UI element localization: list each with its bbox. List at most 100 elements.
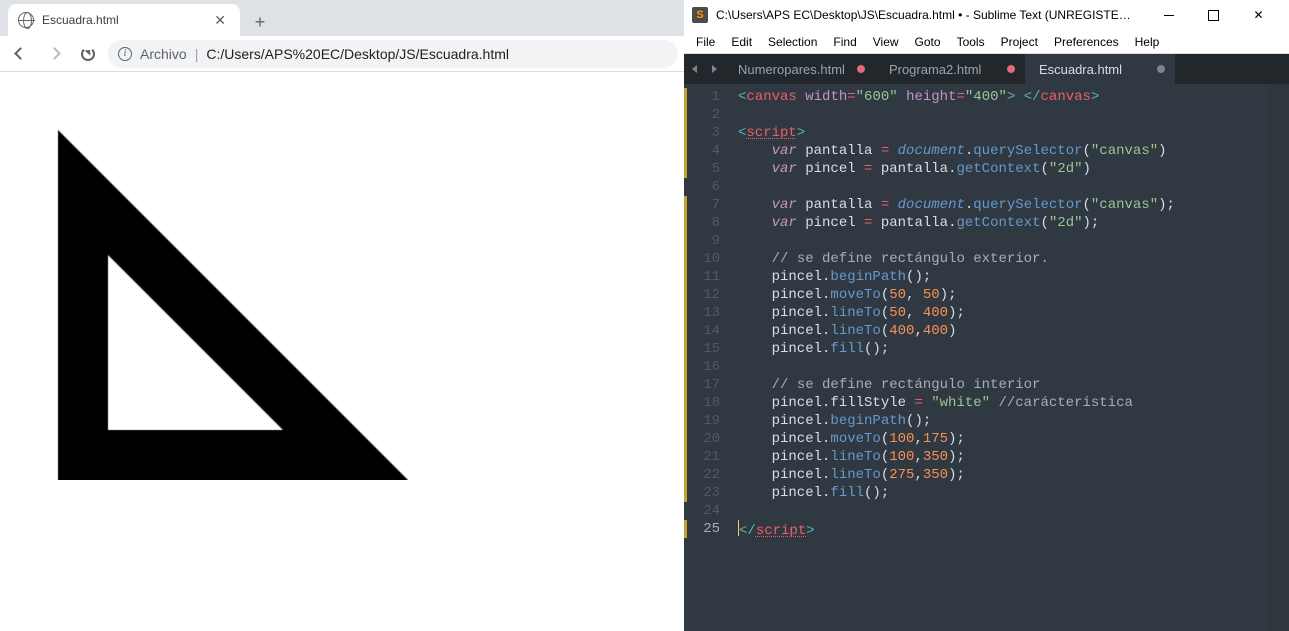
editor-body[interactable]: 1234567891011121314151617181920212223242… (684, 84, 1289, 631)
line-number: 7 (684, 196, 720, 214)
editor-tab-label: Numeropares.html (738, 62, 845, 77)
line-number: 24 (684, 502, 720, 520)
code-line: pincel.moveTo(50, 50); (738, 286, 1289, 304)
code-line: pincel.lineTo(50, 400); (738, 304, 1289, 322)
code-line: pincel.beginPath(); (738, 268, 1289, 286)
modified-dot-icon[interactable] (857, 65, 865, 73)
line-number: 20 (684, 430, 720, 448)
editor-tab[interactable]: Escuadra.html (1025, 54, 1175, 84)
menu-view[interactable]: View (865, 30, 907, 53)
sublime-window: S C:\Users\APS EC\Desktop\JS\Escuadra.ht… (684, 0, 1289, 631)
code-line: pincel.fill(); (738, 484, 1289, 502)
line-number: 13 (684, 304, 720, 322)
line-number: 15 (684, 340, 720, 358)
code-line: pincel.lineTo(275,350); (738, 466, 1289, 484)
code-line (738, 502, 1289, 520)
line-number: 4 (684, 142, 720, 160)
browser-tab-strip: Escuadra.html ✕ + (0, 0, 684, 36)
reload-icon (81, 47, 95, 61)
line-number: 19 (684, 412, 720, 430)
editor-tab-bar: Numeropares.html Programa2.html Escuadra.h… (684, 54, 1289, 84)
modification-marker (684, 196, 687, 502)
forward-button[interactable] (40, 40, 68, 68)
back-button[interactable] (6, 40, 34, 68)
window-controls (1146, 0, 1281, 30)
close-icon[interactable]: ✕ (210, 11, 230, 29)
modification-marker (684, 520, 687, 538)
minimize-button[interactable] (1146, 0, 1191, 30)
line-number: 8 (684, 214, 720, 232)
gutter: 1234567891011121314151617181920212223242… (684, 84, 730, 631)
menu-help[interactable]: Help (1127, 30, 1168, 53)
editor-tab-label: Escuadra.html (1039, 62, 1122, 77)
editor-tab[interactable]: Programa2.html (875, 54, 1025, 84)
code-line (738, 178, 1289, 196)
line-number: 14 (684, 322, 720, 340)
tab-nav-prev[interactable] (684, 54, 704, 84)
browser-tab-title: Escuadra.html (42, 13, 202, 27)
page-canvas (8, 80, 608, 480)
window-title: C:\Users\APS EC\Desktop\JS\Escuadra.html… (716, 8, 1138, 22)
code-line: </script> (738, 520, 1289, 538)
code-line: pincel.fillStyle = "white" //carácterist… (738, 394, 1289, 412)
omnibox-url: C:/Users/APS%20EC/Desktop/JS/Escuadra.ht… (206, 46, 509, 62)
line-number: 22 (684, 466, 720, 484)
reload-button[interactable] (74, 40, 102, 68)
editor-tab[interactable]: Numeropares.html (724, 54, 875, 84)
modified-dot-icon[interactable] (1007, 65, 1015, 73)
code-line: var pantalla = document.querySelector("c… (738, 142, 1289, 160)
menu-preferences[interactable]: Preferences (1046, 30, 1127, 53)
line-number: 2 (684, 106, 720, 124)
globe-icon (18, 12, 34, 28)
page-viewport (0, 72, 684, 631)
tab-nav-next[interactable] (704, 54, 724, 84)
line-number: 17 (684, 376, 720, 394)
code-line: var pincel = pantalla.getContext("2d"); (738, 214, 1289, 232)
line-number: 10 (684, 250, 720, 268)
code-line: pincel.moveTo(100,175); (738, 430, 1289, 448)
line-number: 6 (684, 178, 720, 196)
line-number: 18 (684, 394, 720, 412)
browser-tab[interactable]: Escuadra.html ✕ (8, 4, 240, 36)
code-area[interactable]: <canvas width="600" height="400"> </canv… (730, 84, 1289, 631)
menu-edit[interactable]: Edit (723, 30, 760, 53)
close-button[interactable] (1236, 0, 1281, 30)
modified-dot-icon[interactable] (1157, 65, 1165, 73)
menu-file[interactable]: File (688, 30, 723, 53)
line-number: 9 (684, 232, 720, 250)
menu-goto[interactable]: Goto (907, 30, 949, 53)
code-line: <canvas width="600" height="400"> </canv… (738, 88, 1289, 106)
line-number: 25 (684, 520, 720, 538)
editor-tab-label: Programa2.html (889, 62, 981, 77)
code-line (738, 358, 1289, 376)
line-number: 23 (684, 484, 720, 502)
code-line: var pincel = pantalla.getContext("2d") (738, 160, 1289, 178)
code-line (738, 232, 1289, 250)
sublime-logo-icon: S (692, 7, 708, 23)
address-bar[interactable]: i Archivo | C:/Users/APS%20EC/Desktop/JS… (108, 40, 678, 68)
browser-toolbar: i Archivo | C:/Users/APS%20EC/Desktop/JS… (0, 36, 684, 72)
menu-project[interactable]: Project (993, 30, 1046, 53)
line-number: 5 (684, 160, 720, 178)
code-line: pincel.beginPath(); (738, 412, 1289, 430)
code-line: pincel.lineTo(100,350); (738, 448, 1289, 466)
minimap[interactable] (1269, 84, 1289, 631)
menu-find[interactable]: Find (825, 30, 864, 53)
code-line: // se define rectángulo interior (738, 376, 1289, 394)
line-number: 16 (684, 358, 720, 376)
menu-selection[interactable]: Selection (760, 30, 825, 53)
code-line (738, 106, 1289, 124)
code-line: pincel.fill(); (738, 340, 1289, 358)
titlebar[interactable]: S C:\Users\APS EC\Desktop\JS\Escuadra.ht… (684, 0, 1289, 30)
info-icon: i (118, 47, 132, 61)
code-line: <script> (738, 124, 1289, 142)
line-number: 11 (684, 268, 720, 286)
line-number: 1 (684, 88, 720, 106)
new-tab-button[interactable]: + (246, 8, 274, 36)
menu-tools[interactable]: Tools (949, 30, 993, 53)
maximize-button[interactable] (1191, 0, 1236, 30)
menubar: FileEditSelectionFindViewGotoToolsProjec… (684, 30, 1289, 54)
code-line: pincel.lineTo(400,400) (738, 322, 1289, 340)
line-number: 3 (684, 124, 720, 142)
browser-window: Escuadra.html ✕ + i Archivo | C:/Users/A… (0, 0, 684, 631)
